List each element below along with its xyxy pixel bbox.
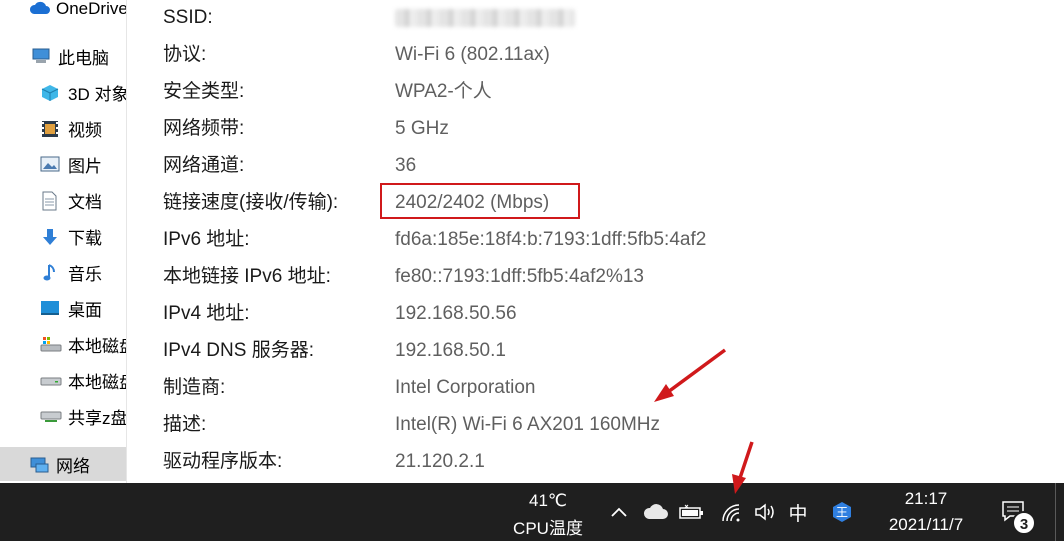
property-row-description: 描述: Intel(R) Wi-Fi 6 AX201 160MHz xyxy=(127,410,1064,440)
property-key: 网络通道: xyxy=(163,155,245,176)
clock-time[interactable]: 21:17 xyxy=(880,489,972,509)
property-row-security: 安全类型: WPA2-个人 xyxy=(127,77,1064,107)
property-key: 安全类型: xyxy=(163,81,245,102)
show-desktop-button[interactable] xyxy=(1055,483,1064,541)
os-drive-icon xyxy=(40,335,62,353)
nav-item-local-disk-d[interactable]: 本地磁盘 xyxy=(40,365,126,395)
property-row-channel: 网络通道: 36 xyxy=(127,151,1064,181)
onedrive-cloud-icon[interactable] xyxy=(641,499,671,525)
explorer-nav-pane: OneDrive 此电脑 3D 对象 视频 图片 文档 下载 音乐 桌面 本地磁… xyxy=(0,0,126,483)
ime-icon[interactable]: 中 xyxy=(785,499,811,526)
nav-item-label: 本地磁盘 xyxy=(68,372,126,392)
nav-item-pictures[interactable]: 图片 xyxy=(40,149,102,179)
cpu-temp-value: 41℃ xyxy=(528,491,567,510)
document-icon xyxy=(40,191,60,211)
property-key: 驱动程序版本: xyxy=(163,451,283,472)
ime-app-label: 王 xyxy=(836,506,848,520)
clock-date[interactable]: 2021/11/7 xyxy=(872,515,980,535)
wifi-icon[interactable] xyxy=(716,499,746,525)
nav-item-label: 本地磁盘 xyxy=(68,336,126,356)
film-icon xyxy=(40,119,60,137)
nav-item-this-pc[interactable]: 此电脑 xyxy=(30,41,109,71)
property-row-driver-version: 驱动程序版本: 21.120.2.1 xyxy=(127,447,1064,477)
nav-item-music[interactable]: 音乐 xyxy=(40,257,102,287)
nav-item-label: 文档 xyxy=(68,192,102,212)
nav-item-3d-objects[interactable]: 3D 对象 xyxy=(40,77,126,107)
nav-item-downloads[interactable]: 下载 xyxy=(40,221,102,251)
nav-item-label: 图片 xyxy=(68,156,102,176)
nav-item-videos[interactable]: 视频 xyxy=(40,113,102,143)
download-arrow-icon xyxy=(40,227,60,245)
property-value[interactable]: WPA2-个人 xyxy=(395,77,492,107)
property-row-protocol: 协议: Wi-Fi 6 (802.11ax) xyxy=(127,40,1064,70)
nav-item-network[interactable]: 网络 xyxy=(0,447,126,481)
property-key: 制造商: xyxy=(163,377,226,398)
property-key: 网络频带: xyxy=(163,118,245,139)
property-row-link-local-ipv6: 本地链接 IPv6 地址: fe80::7193:1dff:5fb5:4af2%… xyxy=(127,262,1064,292)
nav-item-label: 视频 xyxy=(68,120,102,140)
property-key: 链接速度(接收/传输): xyxy=(163,192,339,213)
nav-item-label: 网络 xyxy=(56,456,90,476)
property-value[interactable]: 21.120.2.1 xyxy=(395,447,485,477)
nav-item-onedrive[interactable]: OneDrive xyxy=(28,0,126,24)
nav-item-label: 3D 对象 xyxy=(68,84,126,104)
screenshot-root: OneDrive 此电脑 3D 对象 视频 图片 文档 下载 音乐 桌面 本地磁… xyxy=(0,0,1064,541)
blurred-ssid xyxy=(395,8,575,27)
property-key: 本地链接 IPv6 地址: xyxy=(163,266,331,287)
property-value[interactable]: 36 xyxy=(395,151,416,181)
network-icon xyxy=(28,455,49,473)
property-value[interactable]: 192.168.50.56 xyxy=(395,299,517,329)
nav-item-label: OneDrive xyxy=(56,0,126,18)
nav-item-label: 桌面 xyxy=(68,300,102,320)
cube-3d-icon xyxy=(40,83,60,101)
property-key: 描述: xyxy=(163,414,207,435)
property-value[interactable]: fd6a:185e:18f4:b:7193:1dff:5fb5:4af2 xyxy=(395,225,706,255)
link-speed-highlight-box xyxy=(380,183,580,219)
chevron-up-icon[interactable] xyxy=(606,499,632,525)
battery-icon[interactable] xyxy=(677,499,707,525)
nav-item-shared-z[interactable]: 共享z盘 xyxy=(40,401,126,431)
property-row-ipv6: IPv6 地址: fd6a:185e:18f4:b:7193:1dff:5fb5… xyxy=(127,225,1064,255)
property-row-link-speed: 链接速度(接收/传输): 2402/2402 (Mbps) xyxy=(127,188,1064,218)
property-row-ipv4: IPv4 地址: 192.168.50.56 xyxy=(127,299,1064,329)
nav-item-label: 下载 xyxy=(68,228,102,248)
taskbar: 41℃ CPU温度 中 王 21:17 2021/11/7 3 xyxy=(0,483,1064,541)
property-key: IPv6 地址: xyxy=(163,229,250,250)
network-drive-icon xyxy=(40,407,62,425)
ime-app-icon[interactable]: 王 xyxy=(830,500,854,524)
computer-icon xyxy=(30,47,50,65)
nav-item-label: 此电脑 xyxy=(58,48,109,68)
property-key: IPv4 DNS 服务器: xyxy=(163,340,314,361)
property-key: IPv4 地址: xyxy=(163,303,250,324)
nav-item-label: 共享z盘 xyxy=(68,408,126,428)
music-note-icon xyxy=(40,263,60,281)
nav-item-label: 音乐 xyxy=(68,264,102,284)
cloud-icon xyxy=(28,0,50,18)
nav-item-desktop[interactable]: 桌面 xyxy=(40,293,102,323)
property-key: 协议: xyxy=(163,44,207,65)
drive-icon xyxy=(40,371,62,389)
property-value[interactable]: Wi-Fi 6 (802.11ax) xyxy=(395,40,550,70)
property-row-band: 网络频带: 5 GHz xyxy=(127,114,1064,144)
ssid-value-obscured xyxy=(395,3,575,33)
property-value[interactable]: fe80::7193:1dff:5fb5:4af2%13 xyxy=(395,262,644,292)
speaker-icon[interactable] xyxy=(750,499,780,525)
property-value[interactable]: 192.168.50.1 xyxy=(395,336,506,366)
desktop-icon xyxy=(40,299,60,317)
property-value[interactable]: Intel(R) Wi-Fi 6 AX201 160MHz xyxy=(395,410,660,440)
cpu-temp-label: CPU温度 xyxy=(513,519,583,538)
property-row-ssid: SSID: xyxy=(127,3,1064,33)
property-row-ipv4-dns: IPv4 DNS 服务器: 192.168.50.1 xyxy=(127,336,1064,366)
nav-item-documents[interactable]: 文档 xyxy=(40,185,102,215)
nav-item-local-disk-c[interactable]: 本地磁盘 xyxy=(40,329,126,359)
property-key: SSID: xyxy=(163,7,213,28)
network-properties-panel: SSID: 协议: Wi-Fi 6 (802.11ax) 安全类型: WPA2-… xyxy=(126,0,1064,483)
property-value[interactable]: 5 GHz xyxy=(395,114,449,144)
picture-icon xyxy=(40,155,60,173)
property-value[interactable]: Intel Corporation xyxy=(395,373,535,403)
property-row-manufacturer: 制造商: Intel Corporation xyxy=(127,373,1064,403)
notification-count-badge: 3 xyxy=(1012,511,1036,535)
